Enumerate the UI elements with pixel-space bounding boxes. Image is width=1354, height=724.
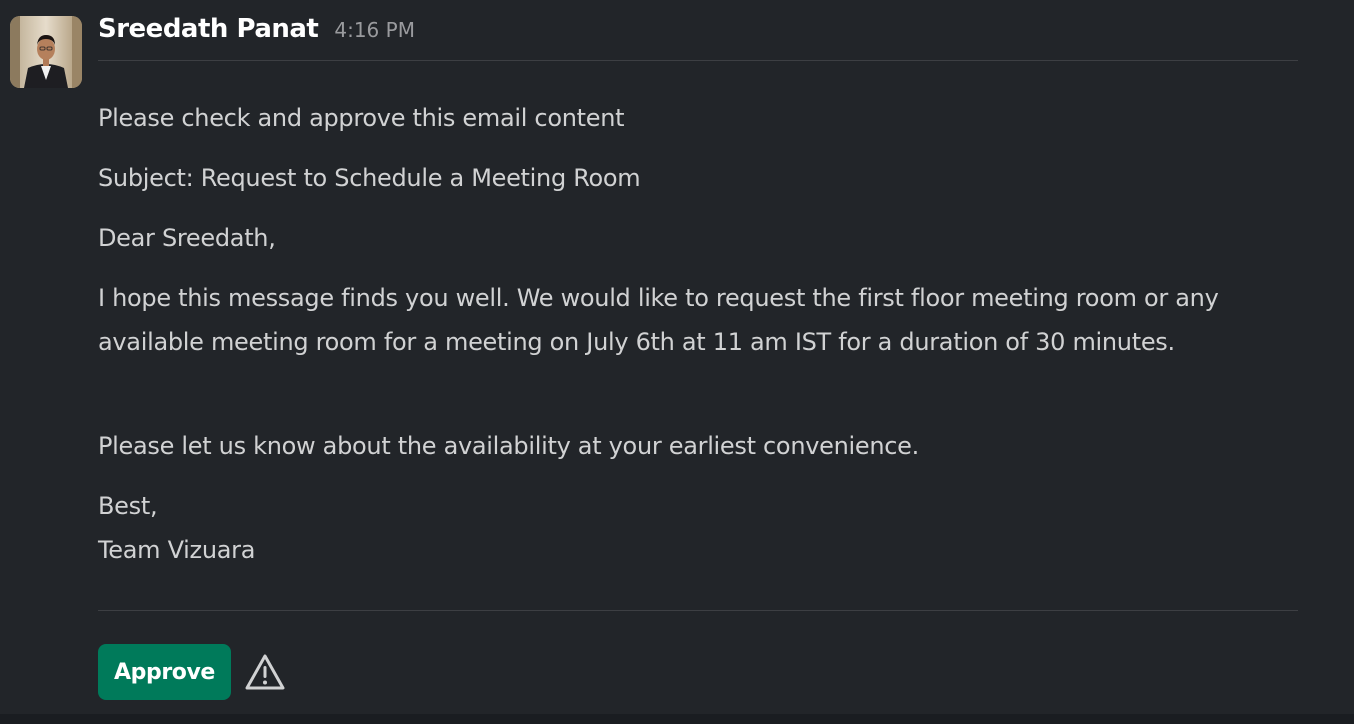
warning-triangle-icon[interactable] (243, 650, 287, 694)
sender-name[interactable]: Sreedath Panat (98, 14, 319, 44)
header-divider (98, 60, 1298, 61)
message-timestamp[interactable]: 4:16 PM (334, 18, 415, 42)
chat-message: Sreedath Panat 4:16 PM Please check and … (0, 0, 1354, 724)
intro-text: Please check and approve this email cont… (98, 104, 625, 132)
availability-text: Please let us know about the availabilit… (98, 432, 919, 460)
message-intro: Please check and approve this email cont… (98, 96, 1308, 140)
message-actions: Approve (98, 644, 287, 700)
approve-button[interactable]: Approve (98, 644, 231, 700)
composer-edge (0, 714, 1354, 724)
avatar-photo (10, 16, 82, 88)
greeting-text: Dear Sreedath, (98, 224, 276, 252)
subject-text: Subject: Request to Schedule a Meeting R… (98, 164, 641, 192)
body-text: I hope this message finds you well. We w… (98, 284, 1219, 356)
signature-text: Team Vizuara (98, 536, 256, 564)
message-header: Sreedath Panat 4:16 PM (98, 14, 415, 50)
email-signoff: Best, Team Vizuara (98, 484, 1308, 572)
email-body: I hope this message finds you well. We w… (98, 276, 1308, 364)
signoff-text: Best, (98, 492, 158, 520)
actions-divider (98, 610, 1298, 611)
email-greeting: Dear Sreedath, (98, 216, 1308, 260)
email-availability: Please let us know about the availabilit… (98, 424, 1308, 468)
email-subject: Subject: Request to Schedule a Meeting R… (98, 156, 1308, 200)
avatar[interactable] (10, 16, 82, 88)
